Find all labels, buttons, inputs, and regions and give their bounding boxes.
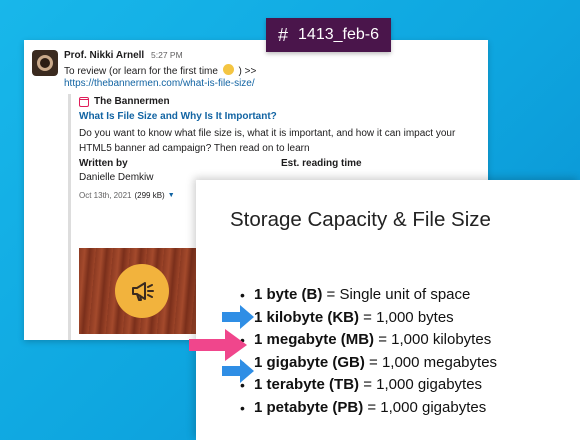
storage-units-list: •1 byte (B) = Single unit of space •1 ki… bbox=[240, 284, 497, 419]
calendar-icon bbox=[79, 96, 89, 107]
list-item: • 1 byte (B) = Single unit of space bbox=[240, 284, 497, 307]
smiling-face-emoji-icon bbox=[222, 64, 234, 75]
unit-term: 1 terabyte (TB) bbox=[254, 376, 360, 393]
kilobyte-arrow-icon bbox=[222, 305, 254, 329]
author-name[interactable]: Prof. Nikki Arnell bbox=[64, 50, 144, 61]
unit-definition: = Single unit of space bbox=[322, 286, 471, 303]
unfurl-source: The Bannermen bbox=[79, 96, 499, 107]
list-item: • 1 terabyte (TB) = 1,000 gigabytes bbox=[240, 374, 497, 397]
megaphone-icon bbox=[115, 264, 169, 318]
unit-definition: = 1,000 kilobytes bbox=[374, 331, 492, 348]
preview-image[interactable] bbox=[79, 248, 207, 334]
hash-icon: # bbox=[278, 24, 289, 45]
unit-term: 1 byte (B) bbox=[254, 286, 323, 303]
megabyte-arrow-icon bbox=[189, 329, 247, 361]
field-label: Est. reading time bbox=[281, 158, 362, 169]
unit-term: 1 megabyte (MB) bbox=[254, 331, 375, 348]
channel-name: 1413_feb-6 bbox=[298, 26, 379, 43]
unit-definition: = 1,000 gigabytes bbox=[359, 376, 483, 393]
bullet-icon: • bbox=[240, 399, 245, 416]
file-date: Oct 13th, 2021 bbox=[79, 191, 132, 200]
gigabyte-arrow-icon bbox=[222, 359, 254, 383]
list-item: •1 kilobyte (KB) = 1,000 bytes bbox=[240, 307, 497, 330]
unit-term: 1 kilobyte (KB) bbox=[254, 308, 360, 326]
unfurl-source-name: The Bannermen bbox=[94, 96, 170, 107]
list-item: • 1 megabyte (MB) = 1,000 kilobytes bbox=[240, 329, 497, 352]
slide-title: Storage Capacity & File Size bbox=[230, 208, 491, 231]
unit-term: 1 gigabyte (GB) bbox=[254, 353, 365, 371]
unfurl-title[interactable]: What Is File Size and Why Is It Importan… bbox=[79, 111, 499, 122]
unit-definition: = 1,000 megabytes bbox=[364, 353, 498, 371]
list-item: •1 gigabyte (GB) = 1,000 megabytes bbox=[240, 352, 497, 375]
caret-down-icon[interactable]: ▼ bbox=[168, 192, 175, 199]
message-text-start: To review (or learn for the first time bbox=[64, 66, 218, 77]
bullet-icon: • bbox=[240, 287, 245, 303]
unfurl-description: Do you want to know what file size is, w… bbox=[79, 128, 456, 154]
message-text-end: ) >> bbox=[238, 66, 257, 77]
message-timestamp[interactable]: 5:27 PM bbox=[151, 50, 183, 60]
message-header: Prof. Nikki Arnell 5:27 PM bbox=[64, 50, 183, 61]
message-text: To review (or learn for the first time )… bbox=[64, 64, 256, 77]
channel-tag[interactable]: # 1413_feb-6 bbox=[266, 18, 391, 52]
unit-definition: = 1,000 bytes bbox=[359, 308, 454, 326]
avatar[interactable] bbox=[32, 50, 58, 76]
file-size: (299 kB) bbox=[134, 191, 165, 200]
list-item: • 1 petabyte (PB) = 1,000 gigabytes bbox=[240, 397, 497, 420]
unit-term: 1 petabyte (PB) bbox=[254, 398, 364, 416]
unit-definition: = 1,000 gigabytes bbox=[363, 398, 487, 416]
field-label: Written by bbox=[79, 158, 128, 169]
message-link[interactable]: https://thebannermen.com/what-is-file-si… bbox=[64, 78, 255, 89]
